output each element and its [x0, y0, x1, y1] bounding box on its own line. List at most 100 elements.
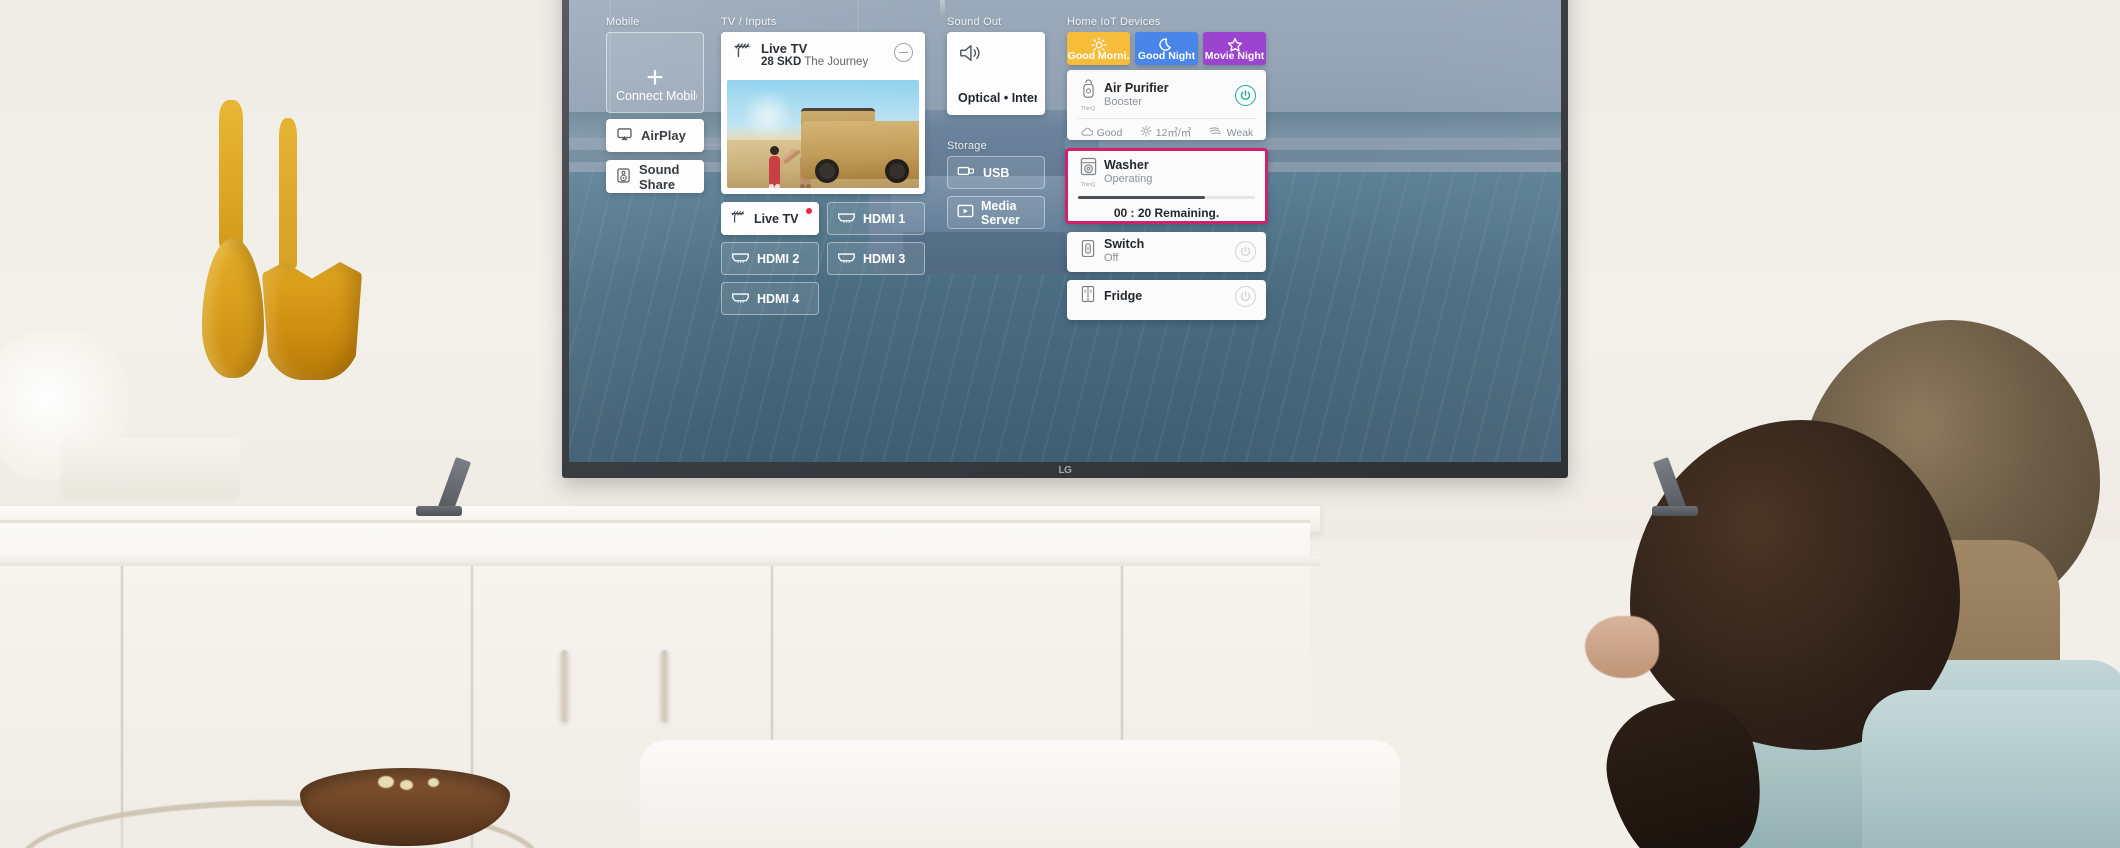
hdmi-icon	[731, 291, 750, 307]
connect-mobile-tile[interactable]: + Connect Mobile ...	[606, 32, 704, 113]
sound-out-label: Optical • Interna...	[958, 91, 1037, 105]
preview-sun	[742, 88, 795, 141]
input-button-hdmi-1[interactable]: HDMI 1	[827, 202, 925, 235]
column-label-sound-out: Sound Out	[947, 16, 1002, 28]
amber-vase-thin	[279, 118, 297, 268]
connect-mobile-label: Connect Mobile ...	[616, 89, 697, 103]
popcorn-kernel	[400, 780, 413, 790]
tv-bezel: LG Mobile TV / Inputs Sound Out Storage …	[562, 0, 1568, 478]
fridge-icon	[1077, 285, 1099, 308]
sound-share-icon	[617, 167, 630, 186]
air-quality-icon	[1080, 126, 1094, 140]
sound-share-label: Sound Share	[639, 161, 680, 192]
live-tv-preview-image	[727, 80, 919, 188]
thinq-badge: ThinQ	[1080, 182, 1096, 188]
input-label-hdmi-4: HDMI 4	[757, 291, 800, 306]
cabinet-door-seam	[120, 566, 124, 848]
stat-airflow: Weak	[1209, 126, 1253, 139]
cabinet-handle[interactable]	[560, 650, 569, 722]
storage-button-media-server[interactable]: Media Server	[947, 196, 1045, 229]
iot-state-switch: Off	[1104, 252, 1119, 264]
sound-share-tile[interactable]: Sound Share	[606, 160, 704, 193]
iot-name-switch: Switch	[1104, 237, 1145, 251]
sun-icon	[1090, 37, 1107, 56]
live-tv-title: Live TV	[761, 41, 808, 56]
airplay-icon	[617, 127, 632, 144]
input-label-hdmi-3: HDMI 3	[863, 251, 906, 266]
washer-icon: ThinQ	[1077, 157, 1099, 188]
white-sofa	[640, 740, 1400, 848]
console-rail	[0, 556, 1320, 566]
tv-stand-foot-left	[416, 506, 462, 516]
hand	[1585, 616, 1659, 678]
thinq-badge: ThinQ	[1080, 106, 1096, 112]
storage-button-usb[interactable]: USB	[947, 156, 1045, 189]
sound-out-tile[interactable]: Optical • Interna...	[947, 32, 1045, 115]
cabinet-handle[interactable]	[660, 650, 669, 722]
tv-stand-foot-right	[1652, 506, 1698, 516]
iot-card-washer[interactable]: ThinQ Washer Operating 00 : 20 Remaining…	[1065, 148, 1268, 224]
column-label-home-iot: Home IoT Devices	[1067, 16, 1161, 28]
hdmi-icon	[731, 251, 750, 267]
iot-name-fridge: Fridge	[1104, 289, 1143, 303]
lg-logo: LG	[1058, 465, 1072, 476]
air-purifier-icon: ThinQ	[1077, 78, 1099, 112]
moon-icon	[1158, 37, 1175, 56]
scene-button-movie-night[interactable]: Movie Night	[1203, 32, 1266, 65]
storage-label-media-server: Media Server	[981, 198, 1020, 227]
star-icon	[1227, 37, 1243, 56]
input-label-live-tv: Live TV	[754, 211, 799, 226]
minus-circle-icon[interactable]	[894, 43, 913, 62]
live-tv-program: The Journey	[804, 56, 869, 69]
stat-dust: 12㎥/㎥	[1140, 125, 1192, 140]
dust-icon	[1140, 125, 1152, 140]
stat-value-dust: 12㎥/㎥	[1155, 127, 1192, 139]
hdmi-icon	[837, 211, 856, 227]
power-icon[interactable]	[1235, 286, 1256, 307]
switch-icon	[1077, 239, 1099, 263]
iot-name-air-purifier: Air Purifier	[1104, 80, 1169, 95]
input-button-live-tv[interactable]: Live TV	[721, 202, 819, 235]
popcorn-kernel	[378, 776, 394, 788]
preview-vehicle	[801, 121, 919, 183]
scene-button-good-morning[interactable]: Good Morni.	[1067, 32, 1130, 65]
iot-state-washer: Operating	[1104, 173, 1153, 186]
iot-card-fridge[interactable]: Fridge	[1067, 280, 1266, 320]
antenna-icon	[730, 209, 747, 229]
iot-state-air-purifier: Booster	[1104, 95, 1142, 108]
input-button-hdmi-4[interactable]: HDMI 4	[721, 282, 819, 315]
decor-tray	[60, 438, 240, 500]
stat-value-air-quality: Good	[1096, 126, 1123, 139]
input-button-hdmi-3[interactable]: HDMI 3	[827, 242, 925, 275]
power-icon[interactable]	[1235, 240, 1256, 262]
recording-indicator-icon	[806, 208, 812, 214]
iot-card-switch[interactable]: Switch Off	[1067, 232, 1266, 272]
home-dashboard: Mobile TV / Inputs Sound Out Storage Hom…	[569, 0, 1561, 462]
column-label-mobile: Mobile	[606, 16, 640, 28]
input-label-hdmi-2: HDMI 2	[757, 251, 800, 266]
usb-icon	[957, 164, 976, 181]
amber-vase-bowl	[262, 262, 362, 380]
room-scene: LG Mobile TV / Inputs Sound Out Storage …	[0, 0, 2120, 848]
tv-screen: Mobile TV / Inputs Sound Out Storage Hom…	[569, 0, 1561, 462]
iot-name-washer: Washer	[1104, 158, 1149, 173]
hdmi-icon	[837, 251, 856, 267]
power-icon[interactable]	[1235, 84, 1256, 106]
input-label-hdmi-1: HDMI 1	[863, 211, 906, 226]
live-tv-channel: 28 SKD	[761, 56, 802, 69]
input-button-hdmi-2[interactable]: HDMI 2	[721, 242, 819, 275]
scene-button-good-night[interactable]: Good Night	[1135, 32, 1198, 65]
column-label-storage: Storage	[947, 140, 987, 152]
iot-card-air-purifier[interactable]: ThinQ Air Purifier Booster Good 12㎥/㎥ We…	[1067, 70, 1266, 140]
stat-air-quality: Good	[1080, 126, 1123, 140]
airflow-icon	[1209, 126, 1223, 139]
storage-label-usb: USB	[983, 165, 1010, 180]
amber-vase-tall-neck	[219, 100, 243, 250]
media-server-icon	[957, 204, 974, 221]
television: LG Mobile TV / Inputs Sound Out Storage …	[416, 0, 1698, 516]
live-tv-preview-card[interactable]: Live TV 28 SKD The Journey	[721, 32, 925, 194]
airplay-tile[interactable]: AirPlay	[606, 119, 704, 152]
washer-time-remaining: 00 : 20 Remaining.	[1113, 206, 1220, 220]
airplay-label: AirPlay	[641, 128, 686, 143]
washer-progress-bar	[1078, 196, 1255, 199]
